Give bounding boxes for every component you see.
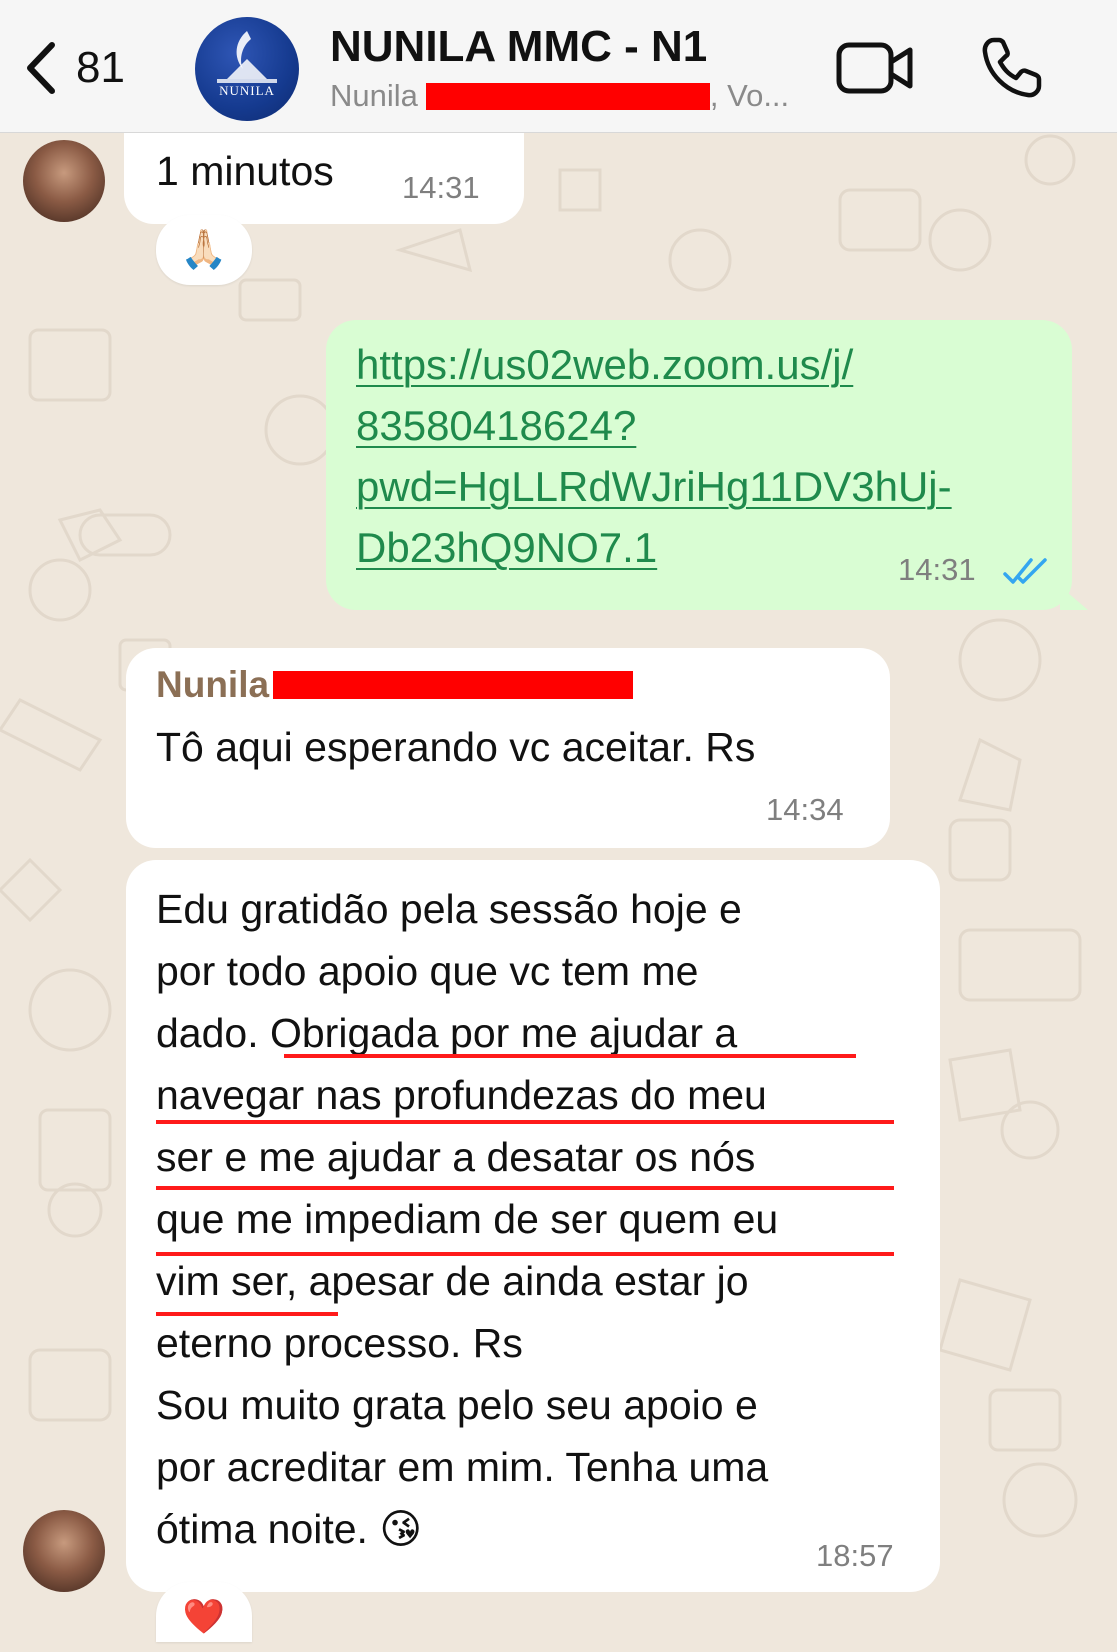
message-line: Edu gratidão pela sessão hoje e: [156, 886, 742, 932]
message-time: 14:31: [898, 552, 976, 587]
annotation-underline: [156, 1186, 894, 1190]
chat-subtitle[interactable]: Nunila , Vo...: [330, 78, 789, 114]
annotation-underline: [284, 1054, 856, 1058]
message-line: por todo apoio que vc tem me: [156, 948, 699, 994]
bubble-tail: [1060, 586, 1088, 610]
praying-hands-icon: 🙏🏻: [180, 229, 228, 271]
message-line: vim ser, apesar de ainda estar jo: [156, 1258, 749, 1304]
message-line: ótima noite. 😘: [156, 1506, 423, 1552]
link-line: https://us02web.zoom.us/j/: [356, 341, 854, 388]
message-bubble[interactable]: Edu gratidão pela sessão hoje e por todo…: [126, 860, 940, 1592]
message-line: eterno processo. Rs: [156, 1320, 523, 1366]
message-line: ser e me ajudar a desatar os nós: [156, 1134, 756, 1180]
annotation-underline: [156, 1120, 894, 1124]
message-line: que me impediam de ser quem eu: [156, 1196, 779, 1242]
annotation-underline: [156, 1312, 338, 1316]
link-line: pwd=HgLLRdWJriHg11DV3hUj-: [356, 463, 952, 510]
message-time: 14:34: [766, 792, 844, 827]
chat-title[interactable]: NUNILA MMC - N1: [330, 22, 707, 72]
video-call-button[interactable]: [836, 40, 914, 96]
sender-avatar[interactable]: [23, 140, 105, 222]
message-line: navegar nas profundezas do meu: [156, 1072, 767, 1118]
message-time: 18:57: [816, 1538, 894, 1573]
heart-icon: ❤️: [182, 1598, 226, 1636]
sender-avatar[interactable]: [23, 1510, 105, 1592]
annotation-underline: [156, 1252, 894, 1256]
redaction-bar: [273, 671, 634, 699]
message-bubble[interactable]: Nunila Tô aqui esperando vc aceitar. Rs …: [126, 648, 890, 848]
message-time: 14:31: [402, 170, 480, 205]
message-reaction[interactable]: ❤️: [156, 1582, 252, 1642]
logo-text: NUNILA: [219, 83, 275, 98]
chat-header: 81 NUNILA NUNILA MMC - N1 Nunila , Vo...: [0, 0, 1117, 133]
message-line: Sou muito grata pelo seu apoio e: [156, 1382, 758, 1428]
redaction-bar: [425, 82, 710, 110]
video-camera-icon: [836, 42, 913, 94]
voice-call-button[interactable]: [980, 36, 1042, 100]
chevron-left-icon: [27, 42, 55, 94]
sender-name[interactable]: Nunila: [156, 664, 269, 706]
back-button[interactable]: 81: [22, 38, 125, 98]
zoom-link[interactable]: https://us02web.zoom.us/j/ 83580418624? …: [356, 334, 952, 578]
unread-count: 81: [76, 43, 125, 92]
message-reaction[interactable]: 🙏🏻: [156, 215, 252, 285]
message-line: por acreditar em mim. Tenha uma: [156, 1444, 769, 1490]
subtitle-prefix: Nunila: [330, 78, 418, 113]
link-line: 83580418624?: [356, 402, 637, 449]
double-check-icon: [1003, 558, 1047, 584]
group-avatar[interactable]: NUNILA: [195, 17, 299, 121]
nunila-logo-icon: [217, 31, 277, 83]
subtitle-suffix: , Vo...: [709, 78, 790, 113]
message-bubble[interactable]: 1 minutos 14:31: [124, 128, 524, 224]
link-line: Db23hQ9NO7.1: [356, 524, 658, 571]
phone-icon: [982, 37, 1042, 98]
message-text: Tô aqui esperando vc aceitar. Rs: [156, 724, 756, 770]
message-bubble-outgoing[interactable]: https://us02web.zoom.us/j/ 83580418624? …: [326, 320, 1072, 610]
message-text: 1 minutos: [156, 148, 334, 194]
